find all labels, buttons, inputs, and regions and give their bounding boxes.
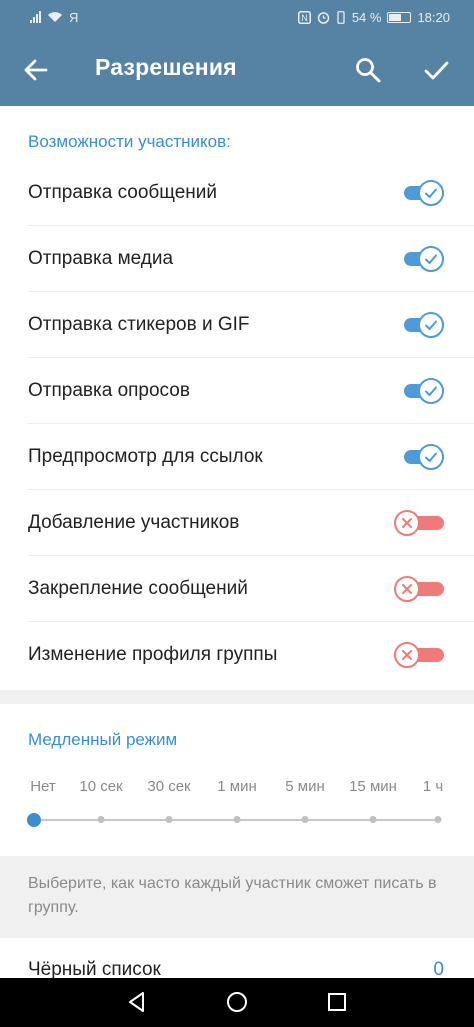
cross-icon bbox=[402, 584, 412, 594]
check-icon bbox=[425, 320, 437, 330]
check-icon bbox=[425, 254, 437, 264]
check-icon bbox=[425, 452, 437, 462]
blacklist-label: Чёрный список bbox=[28, 959, 161, 978]
blacklist-row[interactable]: Чёрный список 0 bbox=[0, 938, 474, 978]
toggle-switch[interactable] bbox=[400, 178, 444, 208]
vibrate-icon bbox=[337, 10, 345, 24]
section-divider bbox=[0, 690, 474, 704]
slider-option[interactable]: 15 мин bbox=[349, 778, 397, 795]
toggle-switch[interactable] bbox=[394, 508, 444, 538]
toggle-switch[interactable] bbox=[394, 640, 444, 670]
permission-row[interactable]: Отправка опросов bbox=[0, 358, 474, 424]
battery-icon bbox=[387, 11, 412, 23]
permission-row[interactable]: Отправка стикеров и GIF bbox=[0, 292, 474, 358]
slider-thumb[interactable] bbox=[27, 813, 41, 827]
check-icon bbox=[425, 386, 437, 396]
toggle-switch[interactable] bbox=[400, 244, 444, 274]
toggle-switch[interactable] bbox=[400, 376, 444, 406]
battery-percent: 54 % bbox=[351, 9, 382, 25]
permission-row[interactable]: Добавление участников bbox=[0, 490, 474, 556]
slider-stop[interactable] bbox=[97, 816, 105, 823]
slider-stop[interactable] bbox=[369, 816, 377, 823]
signal-icon bbox=[30, 11, 41, 23]
checkmark-icon[interactable] bbox=[422, 56, 450, 84]
status-bar: Я N 54 % 18:20 bbox=[0, 0, 474, 34]
cross-icon bbox=[402, 518, 412, 528]
slow-mode-labels: Нет 10 сек 30 сек 1 мин 5 мин 15 мин 1 ч bbox=[0, 778, 474, 802]
permission-label: Отправка стикеров и GIF bbox=[28, 314, 250, 335]
check-icon bbox=[425, 188, 437, 198]
slow-mode-hint: Выберите, как часто каждый участник смож… bbox=[28, 875, 437, 916]
slow-mode-header: Медленный режим bbox=[28, 730, 178, 749]
toggle-switch[interactable] bbox=[394, 574, 444, 604]
permission-label: Отправка опросов bbox=[28, 380, 190, 401]
slider-stop[interactable] bbox=[165, 816, 173, 823]
permission-row[interactable]: Отправка медиа bbox=[0, 226, 474, 292]
cross-icon bbox=[402, 650, 412, 660]
slider-option[interactable]: 5 мин bbox=[285, 778, 325, 795]
permissions-header: Возможности участников: bbox=[28, 132, 231, 151]
nav-recents-icon[interactable] bbox=[325, 990, 349, 1014]
permission-label: Изменение профиля группы bbox=[28, 644, 278, 665]
svg-text:N: N bbox=[301, 13, 308, 23]
slider-option[interactable]: 1 ч bbox=[423, 778, 443, 795]
search-icon[interactable] bbox=[354, 56, 382, 84]
toggle-switch[interactable] bbox=[400, 310, 444, 340]
permission-label: Добавление участников bbox=[28, 512, 240, 533]
alarm-icon bbox=[317, 11, 330, 24]
back-arrow-icon[interactable] bbox=[22, 56, 50, 84]
permission-label: Отправка медиа bbox=[28, 248, 174, 269]
permission-row[interactable]: Закрепление сообщений bbox=[0, 556, 474, 622]
slider-option[interactable]: 30 сек bbox=[147, 778, 190, 795]
slider-option[interactable]: 1 мин bbox=[217, 778, 257, 795]
nfc-icon: N bbox=[297, 10, 311, 24]
slider-stop[interactable] bbox=[434, 816, 442, 823]
nav-home-icon[interactable] bbox=[225, 990, 249, 1014]
toggle-switch[interactable] bbox=[400, 442, 444, 472]
system-nav-bar bbox=[0, 978, 474, 1027]
clock: 18:20 bbox=[417, 9, 450, 25]
permission-row[interactable]: Отправка сообщений bbox=[0, 160, 474, 226]
blacklist-count: 0 bbox=[433, 959, 444, 978]
permission-label: Отправка сообщений bbox=[28, 182, 218, 203]
slider-stop[interactable] bbox=[233, 816, 241, 823]
permission-row[interactable]: Предпросмотр для ссылок bbox=[0, 424, 474, 490]
slider-stop[interactable] bbox=[301, 816, 309, 823]
app-bar: Разрешения bbox=[0, 34, 474, 106]
permission-label: Закрепление сообщений bbox=[28, 578, 248, 599]
page-title: Разрешения bbox=[95, 54, 237, 80]
permission-row[interactable]: Изменение профиля группы bbox=[0, 622, 474, 688]
nav-back-icon[interactable] bbox=[125, 990, 149, 1014]
carrier-glyph: Я bbox=[69, 9, 79, 25]
slider-option[interactable]: Нет bbox=[30, 778, 56, 795]
wifi-icon bbox=[48, 12, 62, 22]
permission-label: Предпросмотр для ссылок bbox=[28, 446, 263, 467]
slider-option[interactable]: 10 сек bbox=[79, 778, 122, 795]
